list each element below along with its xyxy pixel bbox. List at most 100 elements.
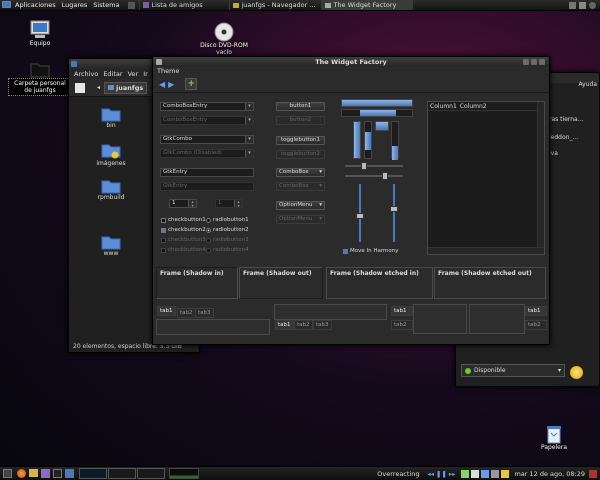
checkbutton2[interactable]: checkbutton2 (161, 227, 206, 233)
menu-ir[interactable]: Ir (143, 70, 148, 78)
folder-rpmbuild[interactable]: rpmbuild (86, 179, 136, 201)
chevron-down-icon[interactable]: ▾ (245, 136, 253, 143)
tab-tab1[interactable]: tab1 (525, 306, 547, 316)
tab-tab2[interactable]: tab2 (294, 320, 313, 330)
distro-logo-icon[interactable] (2, 1, 12, 10)
theme-menu[interactable]: Theme (153, 67, 549, 76)
vertical-scrollbar[interactable] (537, 102, 544, 254)
menu-editar[interactable]: Editar (103, 70, 122, 78)
option-menu[interactable]: OptionMenu ▾ (276, 201, 325, 210)
tree-view[interactable]: Column1 Column2 (427, 101, 545, 255)
spin-button[interactable]: 1 ▴ ▾ (169, 199, 197, 208)
volume-icon[interactable] (579, 1, 586, 9)
move-in-harmony-check[interactable]: Move In Harmony (343, 248, 399, 254)
launcher-icons[interactable] (128, 1, 136, 9)
chevron-down-icon[interactable]: ▾ (245, 103, 253, 110)
workspace-switcher[interactable] (79, 468, 165, 479)
folder-www[interactable]: www (86, 235, 136, 257)
add-icon[interactable]: + (185, 78, 198, 90)
minimize-icon[interactable] (523, 59, 529, 65)
tab-tab2[interactable]: tab2 (391, 320, 413, 330)
v-scale-2[interactable] (389, 184, 399, 242)
folder-imagenes[interactable]: imágenes (86, 143, 136, 167)
column-header[interactable]: Column1 (430, 102, 457, 110)
desktop-icon-equipo[interactable]: Equipo (14, 20, 66, 47)
column-header[interactable]: Column2 (460, 102, 487, 110)
tab-tab2[interactable]: tab2 (525, 320, 547, 330)
task-lista-de-amigos[interactable]: Lista de amigos (139, 0, 229, 10)
forward-arrow-icon[interactable]: ▶ (168, 80, 174, 89)
show-desktop-icon[interactable] (128, 1, 136, 9)
edit-icon[interactable] (75, 82, 85, 93)
radiobutton2[interactable]: radiobutton2 (206, 227, 249, 233)
widget-factory-titlebar[interactable]: The Widget Factory (153, 57, 549, 67)
h-scale-1[interactable] (345, 161, 403, 171)
desktop-icon-papelera[interactable]: Papelera (536, 424, 572, 451)
mail-icon[interactable] (471, 469, 480, 478)
scale-slider-handle[interactable] (382, 172, 389, 180)
now-playing[interactable]: Overreacting (377, 470, 419, 478)
scale-slider-handle[interactable] (360, 162, 367, 170)
folder-bin[interactable]: bin (86, 107, 136, 129)
spin-arrows-icon[interactable]: ▴ ▾ (188, 200, 196, 207)
close-icon[interactable] (539, 59, 545, 65)
combobox[interactable]: ComboBox ▾ (276, 168, 325, 177)
horizontal-scrollbar[interactable] (428, 247, 544, 254)
task-widget-factory[interactable]: The Widget Factory (321, 0, 414, 10)
menu-lugares[interactable]: Lugares (59, 1, 91, 9)
radiobutton1[interactable]: radiobutton1 (206, 217, 249, 223)
tab-tab1[interactable]: tab1 (391, 306, 413, 316)
pause-icon[interactable]: ❚❚ (436, 470, 447, 478)
update-icon[interactable] (501, 469, 510, 478)
folder-icon[interactable] (29, 469, 38, 477)
network-icon[interactable] (569, 1, 576, 9)
close-window-icon[interactable] (589, 469, 597, 478)
button1[interactable]: button1 (276, 102, 325, 111)
scale-slider-handle[interactable] (356, 212, 364, 219)
desktop-icon-carpeta-personal[interactable]: Carpeta personal de juanfgs (8, 60, 72, 96)
clock[interactable]: mar 12 de ago, 08:29 (514, 470, 585, 478)
menu-archivo[interactable]: Archivo (74, 70, 98, 78)
task-navegador[interactable]: juanfgs - Navegador ... (229, 0, 321, 10)
workspace-1[interactable] (79, 468, 107, 479)
tab-tab3[interactable]: tab3 (195, 308, 214, 318)
maximize-icon[interactable] (531, 59, 537, 65)
previous-icon[interactable]: ◂◂ (427, 470, 434, 478)
combo-box-entry[interactable]: ComboBoxEntry ▾ (160, 102, 254, 111)
power-icon[interactable] (589, 1, 596, 9)
terminal-icon[interactable] (53, 469, 62, 478)
buddy-item[interactable]: jeddon_... (549, 133, 597, 143)
tab-tab2[interactable]: tab2 (177, 308, 196, 318)
gtk-combo[interactable]: GtkCombo ▾ (160, 135, 254, 144)
buddy-icon[interactable] (570, 366, 583, 379)
h-scale-2[interactable] (345, 171, 403, 181)
location-button[interactable]: juanfgs (104, 81, 148, 94)
window-menu-icon[interactable] (156, 59, 162, 65)
window-menu-icon[interactable] (71, 61, 77, 67)
status-selector[interactable]: Disponible ▾ (461, 364, 565, 377)
show-desktop-icon[interactable] (3, 469, 12, 478)
next-icon[interactable]: ▸▸ (449, 470, 456, 478)
menu-sistema[interactable]: Sistema (90, 1, 122, 9)
gtk-entry[interactable]: GtkEntry (160, 168, 254, 177)
scale-slider-handle[interactable] (390, 205, 398, 212)
tab-tab1[interactable]: tab1 (275, 320, 294, 330)
network-icon[interactable] (481, 469, 490, 478)
firefox-icon[interactable] (17, 469, 26, 478)
menu-ayuda[interactable]: Ayuda (578, 81, 597, 88)
checkbutton1[interactable]: checkbutton1 (161, 217, 206, 223)
workspace-2[interactable] (108, 468, 136, 479)
tab-tab3[interactable]: tab3 (313, 320, 332, 330)
togglebutton1[interactable]: togglebutton1 (276, 136, 325, 145)
media-icon[interactable] (65, 469, 74, 478)
back-arrow-icon[interactable]: ◂ (97, 84, 100, 91)
buddy-item[interactable]: iva (549, 149, 597, 159)
back-arrow-icon[interactable]: ◀ (159, 80, 165, 89)
volume-icon[interactable] (491, 469, 500, 478)
buddy-item[interactable]: ras tierna... (549, 115, 597, 125)
workspace-3[interactable] (137, 468, 165, 479)
tab-tab1[interactable]: tab1 (157, 306, 176, 316)
v-scale-1[interactable] (355, 184, 365, 242)
desktop-icon-dvd[interactable]: Disco DVD-ROM vacío (200, 22, 248, 56)
pidgin-icon[interactable] (41, 469, 50, 478)
